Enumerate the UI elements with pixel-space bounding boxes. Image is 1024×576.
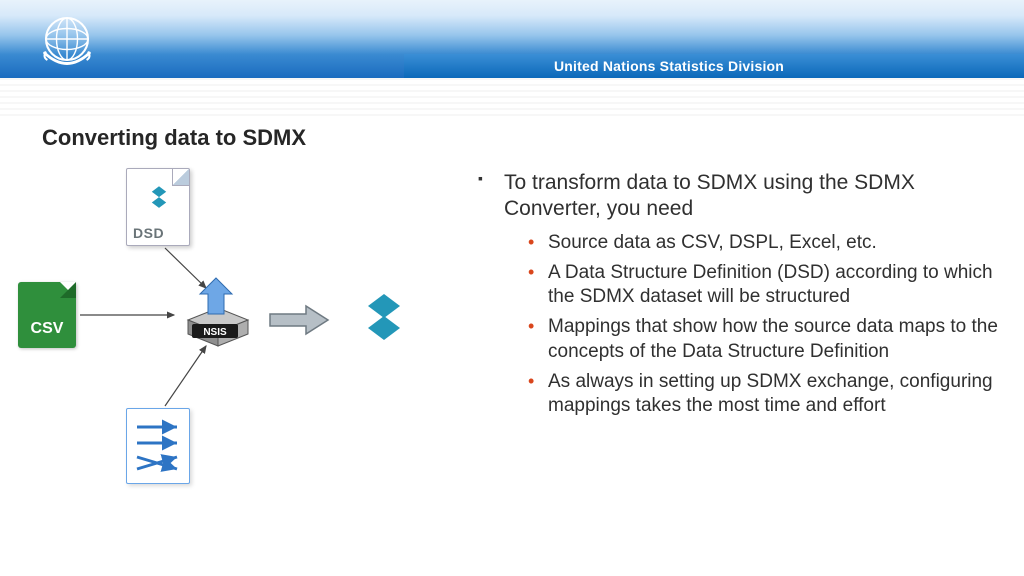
mapping-file-icon <box>126 408 190 484</box>
sdmx-glyph-icon <box>141 183 177 213</box>
sub-bullet: A Data Structure Definition (DSD) accord… <box>528 261 998 310</box>
sub-bullet-list: Source data as CSV, DSPL, Excel, etc. A … <box>478 231 998 419</box>
dsd-file-icon: DSD <box>126 168 190 246</box>
svg-text:NSIS: NSIS <box>203 327 227 338</box>
nsis-server-icon: NSIS <box>178 272 256 352</box>
dsd-file-label: DSD <box>133 225 164 241</box>
decorative-stripes <box>0 78 1024 118</box>
main-bullet: To transform data to SDMX using the SDMX… <box>478 170 998 223</box>
sub-bullet: Source data as CSV, DSPL, Excel, etc. <box>528 231 998 255</box>
header-subtitle: United Nations Statistics Division <box>404 54 1024 78</box>
conversion-diagram: DSD CSV <box>10 160 460 520</box>
sub-bullet: Mappings that show how the source data m… <box>528 315 998 364</box>
slide-title: Converting data to SDMX <box>42 125 306 151</box>
un-logo-icon <box>12 2 122 76</box>
csv-file-icon: CSV <box>18 282 76 348</box>
header-banner: United Nations Statistics Division <box>0 0 1024 78</box>
transform-arrow-icon <box>268 304 330 336</box>
csv-file-label: CSV <box>18 320 76 338</box>
sdmx-output-icon <box>344 288 422 348</box>
sub-bullet: As always in setting up SDMX exchange, c… <box>528 370 998 419</box>
bullet-text-block: To transform data to SDMX using the SDMX… <box>478 170 998 425</box>
